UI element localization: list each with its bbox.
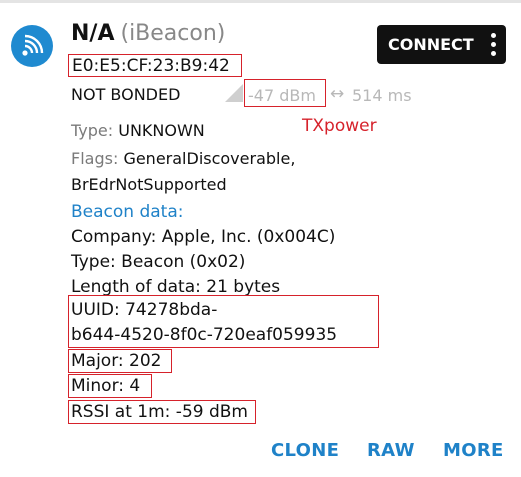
flags-key: Flags: [71,149,119,168]
beacon-type: Type: Beacon (0x02) [71,252,246,272]
uuid-highlight-box [68,295,379,348]
flags-value-2: BrEdrNotSupported [71,175,227,194]
major-highlight-box [68,349,172,373]
raw-button[interactable]: RAW [367,440,415,461]
type-value: UNKNOWN [118,121,205,140]
minor-highlight-box [68,374,152,398]
signal-strength-icon [225,84,243,102]
advertising-interval: 514 ms [352,86,412,105]
beacon-company: Company: Apple, Inc. (0x004C) [71,227,336,247]
beacon-length: Length of data: 21 bytes [71,277,281,297]
type-key: Type: [71,121,114,140]
device-title: N/A (iBeacon) [71,21,225,46]
rssi-highlight-box [68,400,256,424]
flags-row: Flags: GeneralDiscoverable, [71,149,295,168]
clone-button[interactable]: CLONE [271,440,339,461]
device-type-label: (iBeacon) [120,21,226,46]
bluetooth-signal-icon [11,25,53,67]
more-options-icon[interactable] [491,33,497,57]
flags-value-1: GeneralDiscoverable, [123,149,296,168]
tx-power-highlight-box [244,79,326,107]
device-name: N/A [71,21,115,46]
connect-label: CONNECT [388,35,474,54]
bond-state: NOT BONDED [71,85,181,104]
interval-arrows-icon: ↔ [330,84,345,104]
device-type-row: Type: UNKNOWN [71,121,205,140]
tx-power-annotation: TXpower [302,116,377,136]
connect-button[interactable]: CONNECT [377,25,506,64]
more-button[interactable]: MORE [443,440,504,461]
address-highlight-box [68,54,242,77]
top-divider [0,0,521,3]
beacon-data-header: Beacon data: [71,202,184,222]
